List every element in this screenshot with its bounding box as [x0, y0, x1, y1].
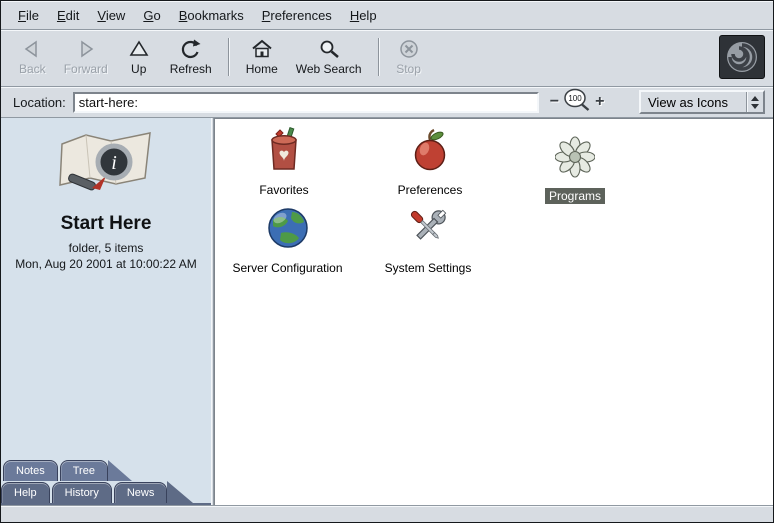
up-label: Up: [131, 62, 146, 76]
location-bar: Location: − 100 + View as Icons: [1, 87, 773, 118]
location-label: Location:: [13, 95, 66, 110]
tab-ramp: [167, 481, 193, 503]
file-icon-label: Server Configuration: [228, 260, 346, 276]
updown-arrows-icon: [746, 92, 763, 112]
home-label: Home: [246, 62, 278, 76]
file-icon-label: System Settings: [381, 260, 476, 276]
view-mode-label: View as Icons: [648, 95, 746, 110]
nautilus-window: File Edit View Go Bookmarks Preferences …: [0, 0, 774, 523]
content-pane: Favorites Preferences: [214, 118, 773, 505]
menu-bookmarks[interactable]: Bookmarks: [170, 6, 253, 25]
zoom-level-text: 100: [568, 94, 582, 103]
file-icon-system-settings[interactable]: System Settings: [358, 205, 498, 276]
stop-icon: [399, 39, 419, 59]
sidebar-title: Start Here: [1, 213, 211, 235]
system-settings-icon: [405, 205, 451, 256]
web-search-icon: [318, 39, 340, 59]
sidebar-date: Mon, Aug 20 2001 at 10:00:22 AM: [1, 257, 211, 271]
sidebar-tab-row-1: Notes Tree: [1, 460, 211, 481]
toolbar-separator: [378, 38, 380, 76]
file-icon-programs[interactable]: Programs: [511, 135, 639, 204]
stop-button[interactable]: Stop: [388, 36, 430, 79]
menu-help[interactable]: Help: [341, 6, 386, 25]
zoom-out-button[interactable]: −: [549, 94, 560, 110]
refresh-button[interactable]: Refresh: [162, 36, 220, 79]
toolbar: Back Forward Up Refresh: [1, 30, 773, 87]
sidebar: i Start Here folder, 5 items Mon, Aug 20…: [1, 118, 211, 505]
body-area: i Start Here folder, 5 items Mon, Aug 20…: [1, 118, 773, 505]
sidebar-folder-info: folder, 5 items: [1, 241, 211, 255]
file-icon-favorites[interactable]: Favorites: [219, 127, 349, 198]
forward-label: Forward: [64, 62, 108, 76]
file-icon-label: Preferences: [394, 182, 467, 198]
menu-preferences[interactable]: Preferences: [253, 6, 341, 25]
sidebar-tabs: Notes Tree Help History News: [1, 460, 211, 505]
menu-edit[interactable]: Edit: [48, 6, 88, 25]
back-icon: [21, 39, 43, 59]
home-icon: [251, 39, 273, 59]
throbber-icon: [719, 35, 765, 79]
sidebar-tab-news[interactable]: News: [114, 482, 168, 503]
menu-go[interactable]: Go: [134, 6, 169, 25]
web-search-button[interactable]: Web Search: [288, 36, 370, 79]
toolbar-separator: [228, 38, 230, 76]
menubar: File Edit View Go Bookmarks Preferences …: [1, 1, 773, 30]
tab-ramp: [108, 460, 132, 481]
file-icon-label: Programs: [545, 188, 605, 204]
stop-label: Stop: [396, 62, 421, 76]
location-input[interactable]: [73, 92, 539, 113]
menu-file[interactable]: File: [9, 6, 48, 25]
view-mode-select[interactable]: View as Icons: [639, 90, 765, 114]
server-configuration-icon: [265, 205, 311, 256]
favorites-icon: [261, 127, 307, 178]
svg-text:i: i: [111, 152, 117, 174]
zoom-indicator[interactable]: 100: [563, 88, 591, 117]
sidebar-tab-history[interactable]: History: [52, 482, 112, 503]
sidebar-tab-row-2: Help History News: [1, 481, 211, 505]
sidebar-tab-tree[interactable]: Tree: [60, 460, 108, 481]
up-button[interactable]: Up: [118, 36, 160, 79]
zoom-in-button[interactable]: +: [594, 94, 605, 110]
web-search-label: Web Search: [296, 62, 362, 76]
sidebar-tab-help[interactable]: Help: [1, 482, 50, 503]
zoom-controls: − 100 +: [549, 88, 606, 117]
home-button[interactable]: Home: [238, 36, 286, 79]
programs-icon: [555, 135, 595, 184]
menu-view[interactable]: View: [88, 6, 134, 25]
file-icon-preferences[interactable]: Preferences: [365, 127, 495, 198]
start-here-icon: i: [1, 126, 211, 209]
file-icon-server-configuration[interactable]: Server Configuration: [215, 205, 360, 276]
status-bar: [1, 505, 773, 522]
sidebar-tab-notes[interactable]: Notes: [3, 460, 58, 481]
refresh-icon: [180, 39, 201, 59]
back-label: Back: [19, 62, 46, 76]
refresh-label: Refresh: [170, 62, 212, 76]
up-icon: [129, 39, 149, 59]
forward-icon: [75, 39, 97, 59]
forward-button[interactable]: Forward: [56, 36, 116, 79]
back-button[interactable]: Back: [11, 36, 54, 79]
file-icon-label: Favorites: [255, 182, 312, 198]
preferences-icon: [407, 127, 453, 178]
